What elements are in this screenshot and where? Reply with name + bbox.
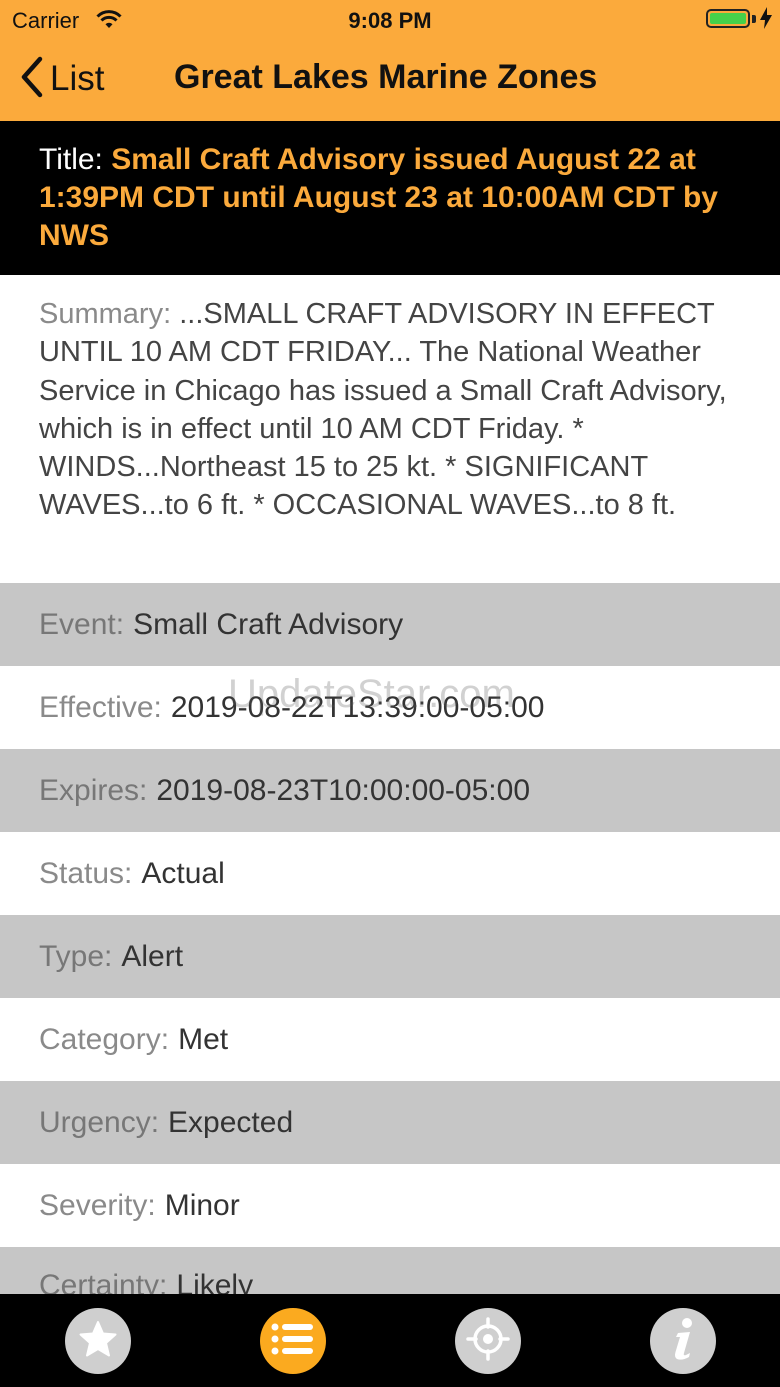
title-label: Title: [39, 143, 103, 176]
tab-location[interactable] [455, 1308, 521, 1374]
summary-value: ...SMALL CRAFT ADVISORY IN EFFECT UNTIL … [39, 298, 727, 522]
expires-label: Expires: [39, 773, 148, 807]
event-value: Small Craft Advisory [133, 607, 404, 641]
expires-row: Expires: 2019-08-23T10:00:00-05:00 [0, 749, 780, 832]
navigation-bar: List Great Lakes Marine Zones [0, 40, 780, 121]
category-row: Category: Met [0, 998, 780, 1081]
star-icon [78, 1319, 118, 1364]
status-bar: Carrier 9:08 PM [0, 0, 780, 40]
expires-value: 2019-08-23T10:00:00-05:00 [156, 773, 530, 807]
page-title: Great Lakes Marine Zones [174, 58, 598, 96]
back-button[interactable]: List [20, 54, 104, 104]
type-label: Type: [39, 939, 113, 973]
summary-row: Summary: ...SMALL CRAFT ADVISORY IN EFFE… [0, 275, 780, 583]
event-label: Event: [39, 607, 125, 641]
summary-label: Summary: [39, 298, 172, 330]
event-row: Event: Small Craft Advisory [0, 583, 780, 666]
battery-level [710, 13, 746, 24]
battery-icon [706, 9, 750, 28]
type-value: Alert [121, 939, 184, 973]
list-icon [271, 1322, 315, 1361]
effective-value: 2019-08-22T13:39:00-05:00 [170, 690, 545, 724]
back-label: List [50, 59, 105, 98]
battery-nub [752, 15, 756, 23]
severity-row: Severity: Minor [0, 1164, 780, 1247]
chevron-left-icon [20, 56, 44, 103]
urgency-label: Urgency: [39, 1105, 160, 1139]
tab-bar [0, 1294, 780, 1387]
effective-row: Effective: 2019-08-22T13:39:00-05:00 [0, 666, 780, 749]
status-label: Status: [39, 856, 133, 890]
status-row: Status: Actual [0, 832, 780, 915]
urgency-row: Urgency: Expected [0, 1081, 780, 1164]
target-icon [466, 1316, 510, 1366]
clock: 9:08 PM [348, 8, 432, 33]
severity-label: Severity: [39, 1188, 156, 1222]
category-label: Category: [39, 1022, 170, 1056]
tab-list[interactable] [260, 1308, 326, 1374]
category-value: Met [178, 1022, 229, 1056]
severity-value: Minor [164, 1188, 240, 1222]
info-icon [668, 1317, 698, 1366]
title-value: Small Craft Advisory issued August 22 at… [39, 143, 718, 252]
alert-title-block: Title: Small Craft Advisory issued Augus… [0, 121, 780, 275]
status-value: Actual [141, 856, 225, 890]
type-row: Type: Alert [0, 915, 780, 998]
tab-info[interactable] [650, 1308, 716, 1374]
charging-icon [760, 7, 772, 35]
effective-label: Effective: [39, 690, 162, 724]
urgency-value: Expected [168, 1105, 294, 1139]
tab-favorites[interactable] [65, 1308, 131, 1374]
